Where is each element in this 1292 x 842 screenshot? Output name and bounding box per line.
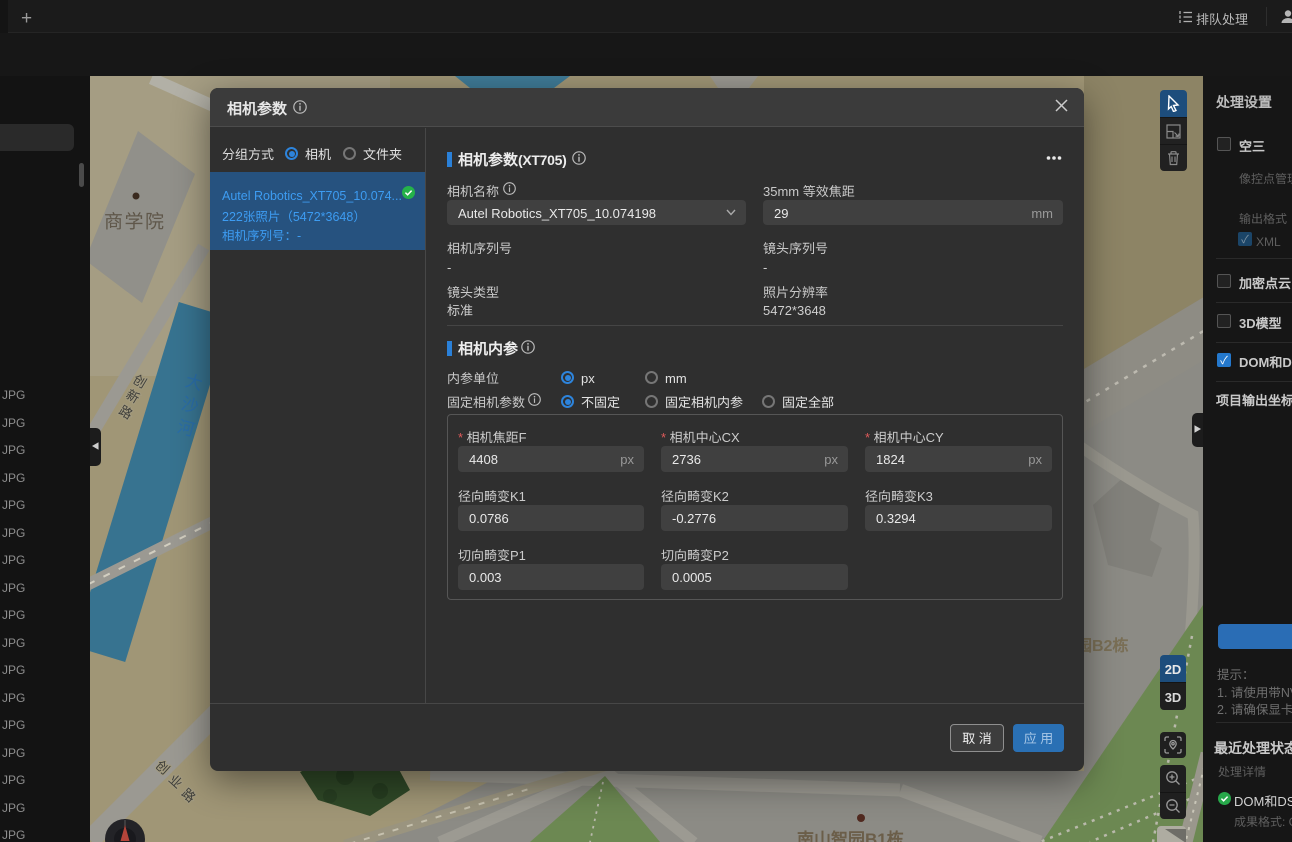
svg-text:路: 路: [178, 783, 200, 806]
svg-text:南山智园B1栋: 南山智园B1栋: [797, 825, 904, 842]
svg-text:商学院: 商学院: [104, 207, 166, 234]
